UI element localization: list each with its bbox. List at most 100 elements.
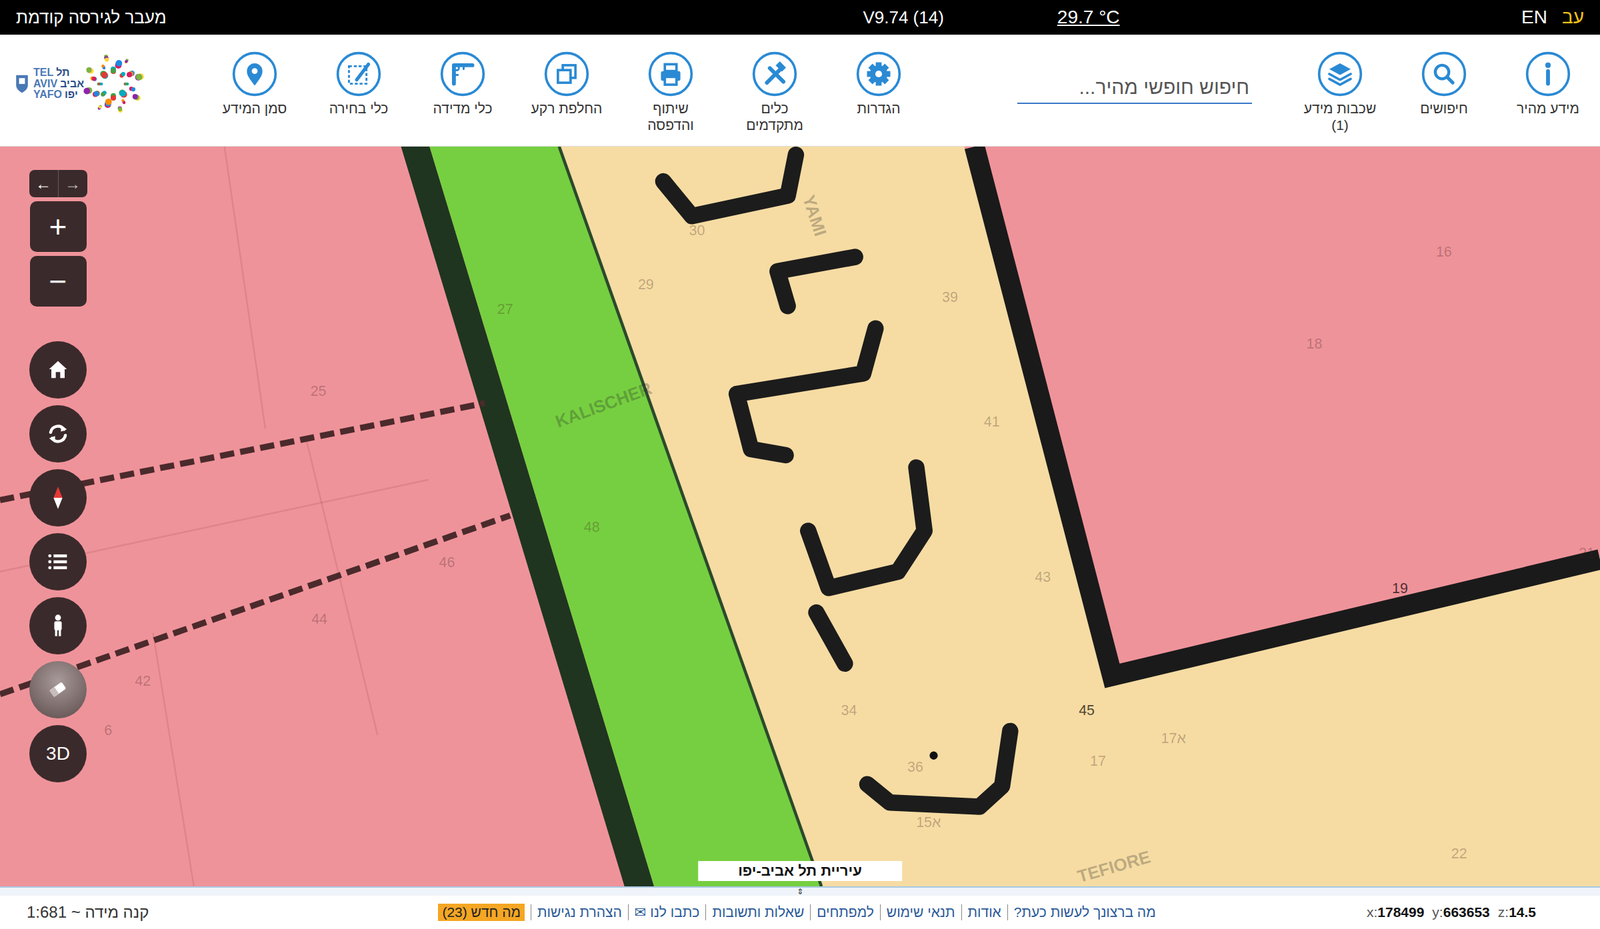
- footer-link[interactable]: למפתחים: [810, 904, 880, 921]
- ruler-icon: [439, 50, 486, 98]
- street-label: KALISCHER: [552, 378, 655, 432]
- logo-row: YAFOיפו: [33, 89, 84, 101]
- logo-row: TELתל: [33, 67, 84, 79]
- parcel-number: 27: [497, 301, 514, 318]
- toolbar-button[interactable]: מידע מהיר: [1496, 34, 1600, 117]
- parcel-number: 44: [311, 610, 328, 627]
- logo-en: TEL: [33, 67, 54, 79]
- map-tool-button[interactable]: [29, 597, 87, 655]
- building-footprint: [816, 612, 845, 664]
- logo-he: אביב: [60, 78, 84, 90]
- parcel-number: 16: [1436, 244, 1452, 260]
- logo-ring-icon: [80, 50, 147, 118]
- toolbar-label: מידע מהיר: [1516, 100, 1580, 117]
- toolbar-button[interactable]: החלפת רקע: [514, 34, 619, 117]
- logo-he: יפו: [64, 89, 78, 101]
- logo-en: YAFO: [33, 89, 62, 101]
- emblem-icon: [14, 73, 30, 95]
- logo-text: TELתלAVIVאביבYAFOיפו: [33, 67, 84, 101]
- parcel-number: 36: [907, 759, 924, 776]
- logo-en: AVIV: [33, 78, 58, 90]
- logo-he: תל: [56, 67, 70, 79]
- parcel-number: 22: [1451, 846, 1468, 862]
- footer-link[interactable]: תנאי שימוש: [880, 904, 962, 921]
- list-icon: [44, 548, 72, 576]
- top-bar: מעבר לגירסה קודמת V9.74 (14) 29.7 °C EN עב: [0, 0, 1600, 35]
- toolbar-button[interactable]: סמן המידע: [202, 34, 307, 117]
- toolbar-button[interactable]: חיפושים: [1392, 34, 1496, 117]
- toolbar-label: כלי בחירה: [329, 100, 389, 117]
- footer-link[interactable]: הצהרת נגישות: [530, 904, 628, 921]
- person-icon: [44, 612, 72, 640]
- building-outline: [224, 146, 266, 429]
- map-tool-button[interactable]: [29, 661, 87, 719]
- building-outline: [153, 633, 194, 887]
- park-zone: [429, 146, 822, 887]
- toolbar-label: כלי מדידה: [433, 100, 493, 117]
- panel-splitter[interactable]: ⇕: [0, 886, 1600, 896]
- toolbar-button[interactable]: כליםמתקדמים: [722, 34, 827, 134]
- toolbar-label: שכבות מידע: [1304, 100, 1376, 117]
- street-label: YAMI: [798, 192, 831, 239]
- map-tool-buttons: 3D: [29, 341, 87, 783]
- map-tool-button[interactable]: [29, 469, 87, 527]
- version-label: V9.74 (14): [862, 7, 944, 28]
- toolbar-button[interactable]: כלי מדידה: [410, 34, 515, 117]
- toolbar-button[interactable]: שיתוףוהדפסה: [618, 34, 723, 134]
- select-icon: [335, 50, 382, 98]
- residential-zone: [0, 146, 1600, 887]
- zoom-button[interactable]: −: [30, 256, 87, 307]
- toolbar-label: כלים: [761, 100, 789, 117]
- temperature-link[interactable]: 29.7 °C: [1057, 6, 1120, 28]
- parcel-number: 46: [438, 554, 455, 571]
- toolbar-label: שיתוף: [652, 100, 688, 117]
- parcel-number: 48: [584, 519, 600, 536]
- splitter-handle[interactable]: ⇕: [796, 888, 804, 896]
- parcel-number: א15: [916, 814, 942, 831]
- refresh-icon: [44, 420, 72, 448]
- toolbar-label: חיפושים: [1420, 100, 1468, 117]
- parcel-number: 34: [841, 702, 858, 719]
- parcel-number: 17: [1090, 753, 1106, 770]
- quick-search: [1017, 72, 1252, 104]
- history-button[interactable]: →: [58, 170, 88, 198]
- city-logo[interactable]: TELתלAVIVאביבYAFOיפו: [14, 50, 147, 118]
- parcel-number: 39: [942, 289, 958, 306]
- language-button[interactable]: EN: [1521, 6, 1548, 28]
- gis-app: מעבר לגירסה קודמת V9.74 (14) 29.7 °C EN עב מי…: [0, 0, 1600, 929]
- info-icon: [1524, 50, 1572, 98]
- street-label: TEFIORE: [1075, 846, 1154, 887]
- zoom-button[interactable]: +: [30, 201, 87, 252]
- map-canvas[interactable]: 3029392725414846444263436א1517א174543161…: [0, 146, 1600, 887]
- whats-new-badge[interactable]: מה חדש (23): [438, 904, 525, 922]
- 3d-button[interactable]: 3D: [29, 725, 87, 783]
- footer-link[interactable]: כתבו לנו ✉: [628, 904, 706, 921]
- toolbar-label: הגדרות: [857, 100, 901, 117]
- history-button[interactable]: ←: [29, 170, 58, 198]
- toolbar-label: מתקדמים: [746, 116, 804, 134]
- toolbar-button[interactable]: שכבות מידע(1): [1288, 34, 1392, 134]
- toolbar-button[interactable]: כלי בחירה: [306, 34, 411, 117]
- toolbar-label: החלפת רקע: [531, 100, 603, 117]
- building-footprint: [867, 731, 1010, 807]
- map-tool-button[interactable]: [29, 341, 87, 399]
- footer-link[interactable]: אודות: [961, 904, 1008, 921]
- compass-icon: [44, 484, 72, 512]
- map-tool-button[interactable]: [29, 533, 87, 591]
- parcel-number: 6: [104, 722, 112, 739]
- map-tool-button[interactable]: [29, 405, 87, 463]
- footer-link[interactable]: מה ברצונך לעשות כעת?: [1007, 904, 1162, 921]
- plan-boundary: [974, 146, 1600, 676]
- previous-version-link[interactable]: מעבר לגירסה קודמת: [16, 7, 167, 28]
- toolbar-label: והדפסה: [647, 116, 694, 134]
- language-button[interactable]: עב: [1562, 6, 1584, 28]
- building-footprint: [736, 328, 876, 456]
- copy-icon: [543, 50, 590, 98]
- map[interactable]: 3029392725414846444263436א1517א174543161…: [0, 146, 1600, 887]
- quick-search-input[interactable]: [1017, 72, 1252, 104]
- park-edge: [559, 146, 822, 887]
- parcel-number: 25: [310, 383, 327, 400]
- pin-icon: [231, 50, 278, 98]
- footer-link[interactable]: שאלות ותשובות: [705, 904, 810, 921]
- toolbar-button[interactable]: הגדרות: [826, 34, 931, 117]
